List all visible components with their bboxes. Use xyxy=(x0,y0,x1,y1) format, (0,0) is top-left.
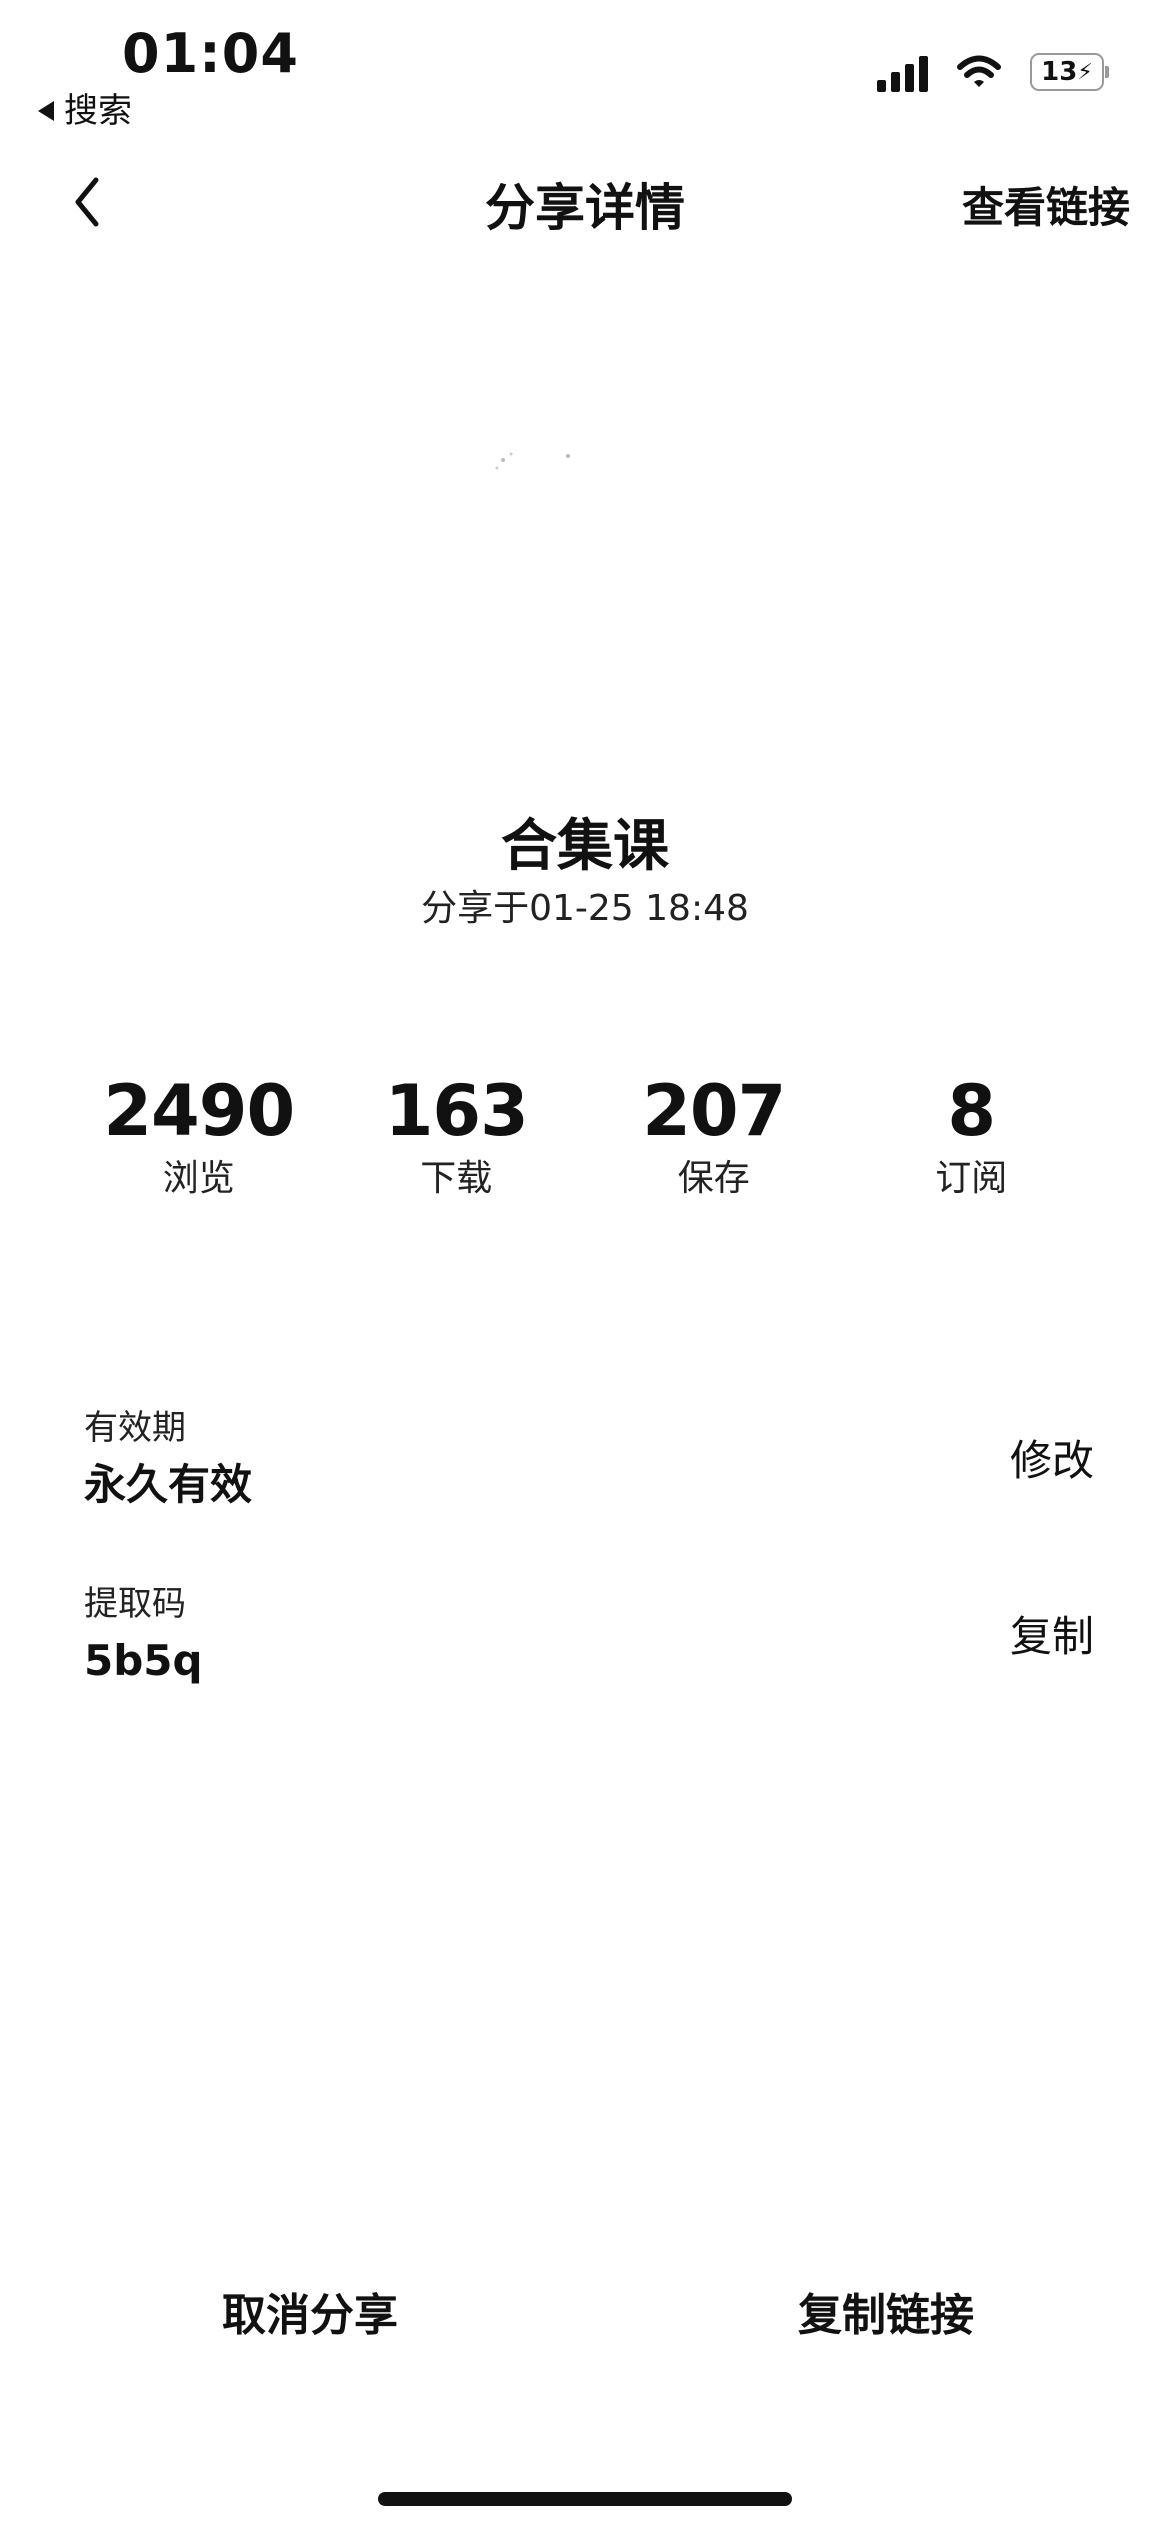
share-timestamp: 分享于01-25 18:48 xyxy=(421,888,749,929)
charging-bolt-icon: ⚡ xyxy=(1077,59,1093,85)
extraction-code-value: 5b5q xyxy=(84,1636,203,1685)
stat-subscriptions: 8 订阅 xyxy=(843,1070,1101,1220)
back-triangle-icon xyxy=(38,101,54,121)
cancel-share-button[interactable]: 取消分享 xyxy=(100,2286,520,2346)
stat-label: 保存 xyxy=(677,1158,750,1199)
copy-code-button[interactable]: 复制 xyxy=(1010,1610,1094,1664)
stat-downloads: 163 下载 xyxy=(328,1070,586,1220)
file-name: 合集课 xyxy=(501,814,669,879)
stat-value: 163 xyxy=(384,1070,529,1152)
stat-label: 下载 xyxy=(420,1158,493,1199)
status-indicators: 13 ⚡ xyxy=(877,52,1109,92)
share-details-screen: 01:04 搜索 13 ⚡ 分享详情 查看链接 合集课 分享于01-25 18:… xyxy=(0,0,1170,2532)
edit-validity-button[interactable]: 修改 xyxy=(1010,1434,1094,1488)
extraction-code-row: 提取码 5b5q 复制 xyxy=(84,1582,1094,1712)
file-thumbnail xyxy=(495,452,570,470)
cellular-signal-icon xyxy=(877,52,928,92)
share-stats: 2490 浏览 163 下载 207 保存 8 订阅 xyxy=(70,1070,1100,1220)
battery-indicator: 13 ⚡ xyxy=(1030,53,1109,91)
stat-value: 207 xyxy=(642,1070,786,1152)
extraction-code-label: 提取码 xyxy=(84,1584,186,1624)
validity-value: 永久有效 xyxy=(84,1460,253,1509)
stat-value: 8 xyxy=(947,1070,996,1152)
view-link-button[interactable]: 查看链接 xyxy=(962,180,1130,236)
stat-views: 2490 浏览 xyxy=(70,1070,328,1220)
wifi-icon xyxy=(957,55,1001,87)
back-to-search-app[interactable]: 搜索 xyxy=(38,90,132,132)
stat-value: 2490 xyxy=(103,1070,295,1152)
validity-label: 有效期 xyxy=(84,1408,186,1448)
stat-label: 订阅 xyxy=(935,1158,1008,1199)
stat-saves: 207 保存 xyxy=(585,1070,843,1220)
stat-label: 浏览 xyxy=(162,1158,235,1199)
home-indicator[interactable] xyxy=(378,2492,792,2506)
validity-row: 有效期 永久有效 修改 xyxy=(84,1406,1094,1536)
status-time: 01:04 xyxy=(122,22,299,85)
battery-level: 13 xyxy=(1041,57,1078,87)
back-to-app-label: 搜索 xyxy=(64,91,132,131)
copy-link-button[interactable]: 复制链接 xyxy=(676,2286,1096,2346)
